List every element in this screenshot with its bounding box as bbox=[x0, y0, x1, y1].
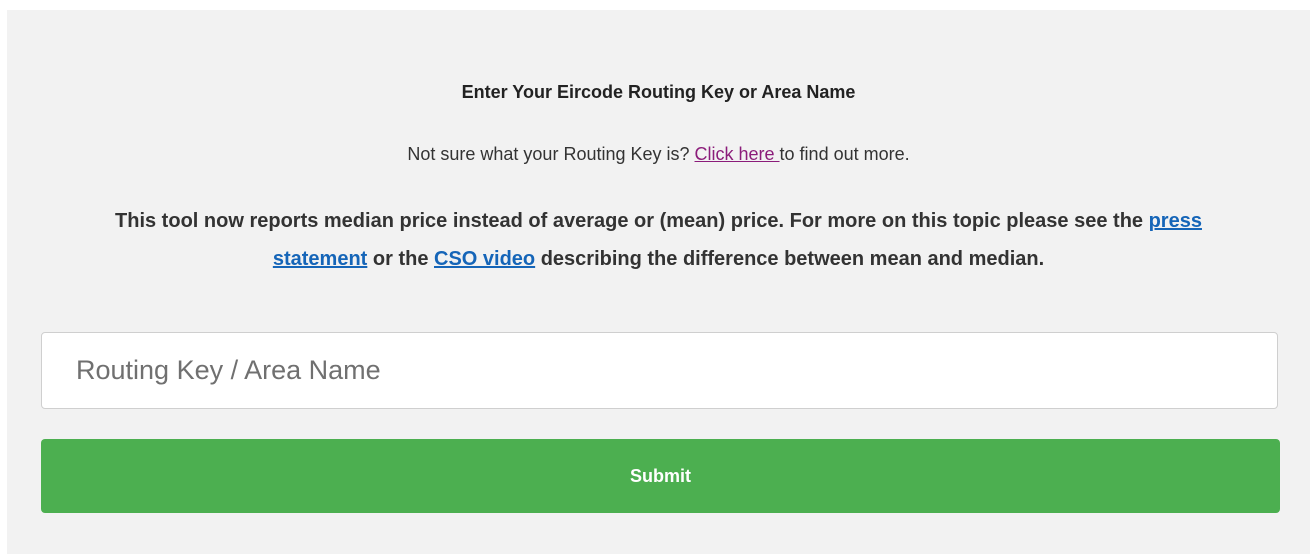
cso-video-link[interactable]: CSO video bbox=[434, 248, 535, 270]
help-text-prefix: Not sure what your Routing Key is? bbox=[407, 144, 695, 164]
routing-key-search-input[interactable] bbox=[41, 332, 1278, 409]
eircode-search-panel: Enter Your Eircode Routing Key or Area N… bbox=[7, 10, 1310, 554]
routing-key-help-text: Not sure what your Routing Key is? Click… bbox=[7, 143, 1310, 165]
submit-button[interactable]: Submit bbox=[41, 439, 1280, 513]
median-price-notice: This tool now reports median price inste… bbox=[77, 202, 1240, 278]
notice-text-part2: or the bbox=[367, 248, 434, 270]
notice-text-part1: This tool now reports median price inste… bbox=[115, 210, 1149, 232]
notice-text-part3: describing the difference between mean a… bbox=[535, 248, 1045, 270]
form-heading: Enter Your Eircode Routing Key or Area N… bbox=[461, 82, 856, 102]
help-text-suffix: to find out more. bbox=[779, 144, 910, 164]
click-here-link[interactable]: Click here bbox=[695, 144, 780, 164]
